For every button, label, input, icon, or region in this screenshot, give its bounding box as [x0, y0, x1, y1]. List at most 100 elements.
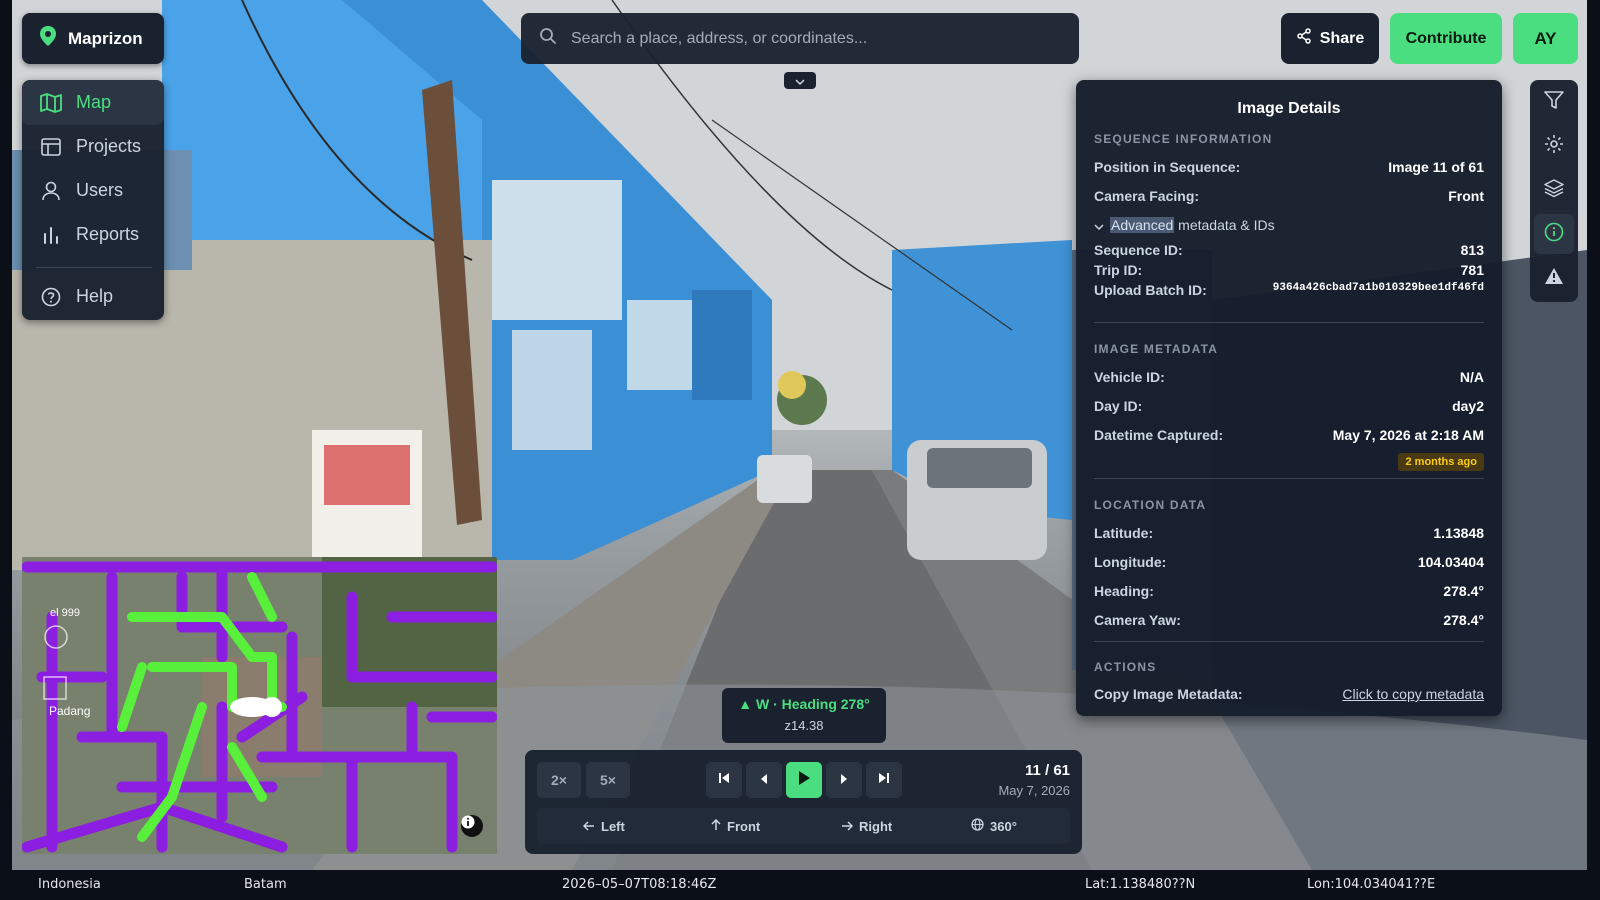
sidebar-item-reports[interactable]: Reports: [22, 212, 164, 257]
image-details-panel: Image Details SEQUENCE INFORMATION Posit…: [1076, 80, 1502, 716]
search-input[interactable]: [571, 29, 1041, 48]
row-label: Latitude:: [1094, 525, 1154, 541]
sidebar-item-users[interactable]: Users: [22, 168, 164, 213]
skip-back-icon: [718, 771, 730, 789]
sidebar-item-help[interactable]: Help: [22, 274, 164, 319]
caret-right-icon: [840, 771, 848, 789]
arrow-right-icon: [841, 819, 854, 834]
sidebar-item-projects[interactable]: Projects: [22, 124, 164, 169]
row-value: 104.03404: [1417, 554, 1484, 570]
bar-chart-icon: [40, 224, 62, 246]
camera-direction-bar: Left Front Right 360°: [537, 808, 1070, 844]
user-avatar[interactable]: AY: [1513, 13, 1578, 64]
row-value: N/A: [1459, 369, 1484, 385]
heading-text: ▲ W · Heading 278°: [738, 696, 870, 712]
skip-to-start-button[interactable]: [706, 762, 742, 798]
help-circle-icon: [40, 286, 62, 308]
section-heading-location: LOCATION DATA: [1094, 498, 1207, 512]
minimap[interactable]: el 999 Padang: [22, 557, 497, 854]
table-icon: [40, 136, 62, 158]
speed-5x-button[interactable]: 5×: [586, 762, 630, 798]
status-longitude: Lon:104.034041??E: [1307, 877, 1436, 892]
direction-left-button[interactable]: Left: [582, 808, 625, 844]
status-bar: Indonesia Batam 2026–05–07T08:18:46Z Lat…: [12, 870, 1587, 900]
row-camera-yaw: Camera Yaw: 278.4°: [1094, 612, 1484, 628]
arrow-left-icon: [582, 819, 595, 834]
chevron-down-icon: [795, 72, 805, 90]
direction-label: Front: [727, 818, 761, 834]
row-trip-id: Trip ID: 781: [1094, 262, 1484, 278]
heading-indicator: ▲ W · Heading 278° z14.38: [722, 688, 886, 743]
zoom-level: z14.38: [784, 718, 824, 733]
report-issue-button[interactable]: [1534, 258, 1574, 298]
playback-controls: 2× 5× 11 / 61 May 7, 2026 Left Front Rig…: [525, 750, 1082, 854]
status-country: Indonesia: [38, 877, 101, 892]
caret-left-icon: [760, 771, 768, 789]
row-label: Camera Yaw:: [1094, 612, 1181, 628]
row-label: Position in Sequence:: [1094, 159, 1241, 175]
status-timestamp: 2026–05–07T08:18:46Z: [562, 877, 717, 892]
row-datetime: Datetime Captured: May 7, 2026 at 2:18 A…: [1094, 427, 1484, 443]
section-heading-sequence: SEQUENCE INFORMATION: [1094, 132, 1273, 146]
app-name: Maprizon: [68, 28, 143, 48]
sidebar-item-map[interactable]: Map: [22, 80, 164, 125]
section-divider: [1094, 641, 1484, 642]
row-value: 1.13848: [1433, 525, 1484, 541]
sidebar-item-label: Map: [76, 92, 112, 112]
status-latitude: Lat:1.138480??N: [1085, 877, 1196, 892]
share-button[interactable]: Share: [1281, 13, 1379, 64]
arrow-up-icon: [711, 818, 721, 834]
row-copy-metadata: Copy Image Metadata: Click to copy metad…: [1094, 686, 1484, 702]
warning-icon: [1544, 267, 1564, 290]
row-label: Upload Batch ID:: [1094, 282, 1207, 298]
row-value: 278.4°: [1443, 612, 1484, 628]
row-position: Position in Sequence: Image 11 of 61: [1094, 159, 1484, 175]
next-frame-button[interactable]: [826, 762, 862, 798]
row-upload-batch-id: Upload Batch ID: 9364a426cbad7a1b010329b…: [1094, 282, 1484, 298]
layers-button[interactable]: [1534, 170, 1574, 210]
skip-to-end-button[interactable]: [866, 762, 902, 798]
play-button[interactable]: [786, 762, 822, 798]
map-pin-icon: [38, 25, 58, 52]
speed-2x-button[interactable]: 2×: [537, 762, 581, 798]
row-day-id: Day ID: day2: [1094, 398, 1484, 414]
direction-360-button[interactable]: 360°: [971, 808, 1017, 844]
row-label: Trip ID:: [1094, 262, 1143, 278]
chevron-down-icon: [1094, 217, 1104, 233]
share-label: Share: [1319, 29, 1365, 47]
sidebar-item-label: Users: [76, 180, 124, 200]
skip-forward-icon: [878, 771, 890, 789]
filter-button[interactable]: [1534, 82, 1574, 122]
sidebar-item-label: Reports: [76, 224, 140, 244]
settings-button[interactable]: [1534, 126, 1574, 166]
row-label: Heading:: [1094, 583, 1154, 599]
row-latitude: Latitude: 1.13848: [1094, 525, 1484, 541]
row-longitude: Longitude: 104.03404: [1094, 554, 1484, 570]
section-heading-actions: ACTIONS: [1094, 660, 1157, 674]
copy-metadata-link[interactable]: Click to copy metadata: [1342, 686, 1484, 702]
map-info-button[interactable]: [461, 815, 483, 837]
contribute-button[interactable]: Contribute: [1390, 13, 1502, 64]
info-icon: [1544, 222, 1564, 247]
row-camera-facing: Camera Facing: Front: [1094, 188, 1484, 204]
row-label: Sequence ID:: [1094, 242, 1183, 258]
app-logo[interactable]: Maprizon: [22, 13, 164, 64]
row-sequence-id: Sequence ID: 813: [1094, 242, 1484, 258]
row-value: Front: [1448, 188, 1484, 204]
row-value: day2: [1452, 398, 1484, 414]
relative-time-badge: 2 months ago: [1398, 453, 1484, 471]
direction-front-button[interactable]: Front: [711, 808, 760, 844]
row-label: Copy Image Metadata:: [1094, 686, 1243, 702]
row-label: Day ID:: [1094, 398, 1143, 414]
row-value: 9364a426cbad7a1b010329bee1df46fd: [1272, 282, 1484, 294]
direction-label: 360°: [990, 818, 1017, 834]
collapse-search-button[interactable]: [784, 72, 816, 89]
row-value: 781: [1460, 262, 1484, 278]
info-button[interactable]: [1534, 214, 1574, 254]
direction-right-button[interactable]: Right: [841, 808, 892, 844]
status-city: Batam: [244, 877, 287, 892]
advanced-metadata-toggle[interactable]: Advanced metadata & IDs: [1094, 217, 1275, 233]
section-heading-image-metadata: IMAGE METADATA: [1094, 342, 1219, 356]
direction-label: Right: [859, 818, 893, 834]
previous-frame-button[interactable]: [746, 762, 782, 798]
